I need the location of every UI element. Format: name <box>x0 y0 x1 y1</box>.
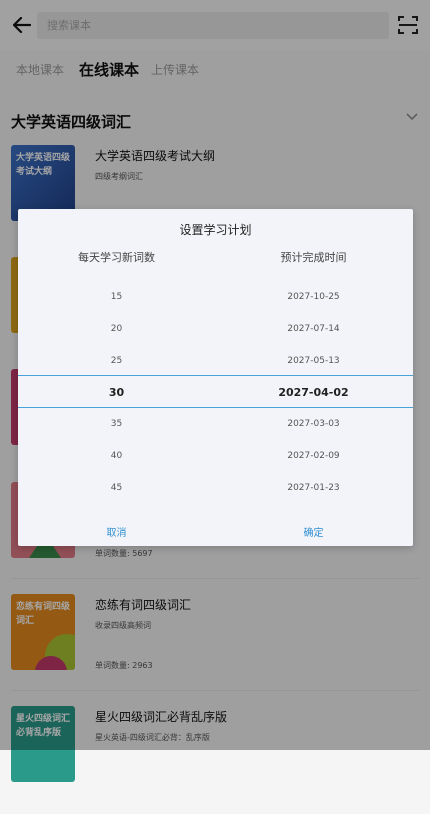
picker-selected-words[interactable]: 30 <box>18 386 215 399</box>
column-header-words: 每天学习新词数 <box>78 251 155 264</box>
picker-option-date: 2027-05-13 <box>287 356 340 366</box>
picker-option-date: 2027-02-09 <box>287 451 340 461</box>
picker-option-words[interactable]: 15 <box>18 292 215 302</box>
column-header-date: 预计完成时间 <box>280 251 347 264</box>
selection-line-top <box>18 375 413 376</box>
study-plan-dialog: 设置学习计划 每天学习新词数 预计完成时间 15 2027-10-25 20 2… <box>18 209 413 546</box>
picker-option-date: 2027-03-03 <box>287 419 340 429</box>
dialog-title: 设置学习计划 <box>179 223 252 237</box>
cancel-button[interactable]: 取消 <box>18 524 215 539</box>
selection-line-bottom <box>18 407 413 408</box>
picker-option-date: 2027-01-23 <box>287 483 340 493</box>
picker-option-words[interactable]: 20 <box>18 324 215 334</box>
picker-option-words[interactable]: 40 <box>18 451 215 461</box>
picker-option-words[interactable]: 25 <box>18 356 215 366</box>
picker-option-date: 2027-07-14 <box>287 324 340 334</box>
picker-option-date: 2027-10-25 <box>287 292 340 302</box>
picker-selected-date: 2027-04-02 <box>278 386 349 399</box>
picker-option-words[interactable]: 45 <box>18 483 215 493</box>
picker-option-words[interactable]: 35 <box>18 419 215 429</box>
confirm-button[interactable]: 确定 <box>215 524 412 539</box>
